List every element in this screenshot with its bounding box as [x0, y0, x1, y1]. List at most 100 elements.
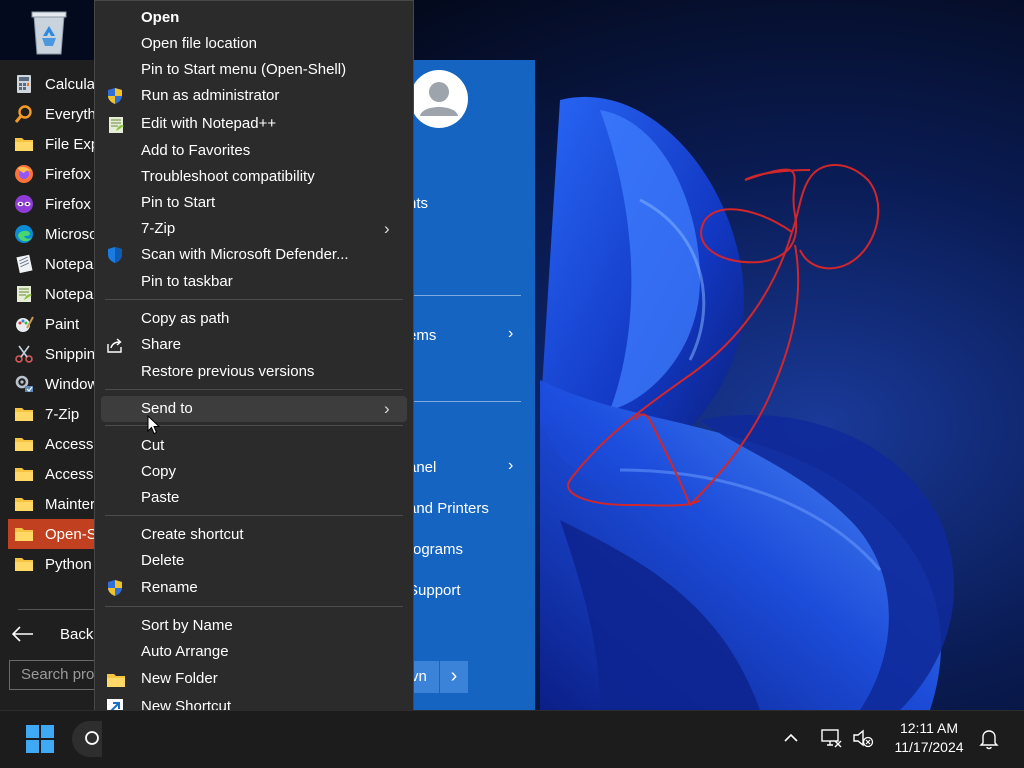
menu-item-label: Copy as path — [141, 310, 230, 327]
volume-muted-icon[interactable] — [852, 728, 874, 748]
tools-icon — [14, 374, 34, 394]
program-label: Everyth — [45, 105, 96, 123]
program-label: Mainter — [45, 495, 96, 513]
program-list-item[interactable]: Calcula — [8, 69, 108, 99]
search-icon — [85, 731, 99, 745]
program-label: Python — [45, 555, 92, 573]
folder-icon — [14, 464, 34, 484]
program-list-item[interactable]: Firefox — [8, 159, 108, 189]
menu-item-cut[interactable]: Cut — [101, 433, 407, 459]
firefox-icon — [14, 164, 34, 184]
menu-item-copy-as-path[interactable]: Copy as path — [101, 306, 407, 332]
program-list-item[interactable]: Paint — [8, 309, 108, 339]
menu-item-label: Create shortcut — [141, 526, 244, 543]
menu-item-open[interactable]: Open — [101, 5, 407, 31]
notepad-plus-icon — [14, 284, 34, 304]
menu-item-add-to-favorites[interactable]: Add to Favorites — [101, 138, 407, 164]
back-button[interactable]: Back — [12, 622, 93, 646]
share-icon — [106, 336, 124, 354]
menu-item-sort-by-name[interactable]: Sort by Name — [101, 613, 407, 639]
shutdown-options-button[interactable]: › — [439, 661, 468, 693]
menu-item-label: Rename — [141, 579, 198, 596]
program-list-item[interactable]: Mainter — [8, 489, 108, 519]
menu-item-rename[interactable]: Rename — [101, 575, 407, 601]
menu-item-label: Paste — [141, 489, 180, 506]
menu-item-pin-to-taskbar[interactable]: Pin to taskbar — [101, 269, 407, 295]
program-list-item[interactable]: Snippin — [8, 339, 108, 369]
menu-separator — [105, 606, 403, 607]
menu-item-share[interactable]: Share — [101, 332, 407, 358]
chevron-right-icon: › — [508, 325, 514, 342]
program-list-item[interactable]: Window — [8, 369, 108, 399]
notepad-icon — [14, 254, 34, 274]
notepad-plus-icon — [106, 115, 124, 133]
menu-item-new-folder[interactable]: New Folder — [101, 666, 407, 692]
program-label: Firefox — [45, 165, 91, 183]
program-list-item[interactable]: 7-Zip — [8, 399, 108, 429]
program-list-item[interactable]: Open-S — [8, 519, 108, 549]
program-label: 7-Zip — [45, 405, 80, 423]
menu-item-run-as-administrator[interactable]: Run as administrator — [101, 83, 407, 109]
menu-item-edit-with-notepad[interactable]: Edit with Notepad++ — [101, 111, 407, 137]
folder-icon — [14, 494, 34, 514]
menu-item-label: Edit with Notepad++ — [141, 115, 277, 132]
program-list-item[interactable]: File Exp — [8, 129, 108, 159]
windows-start-icon[interactable] — [26, 725, 54, 753]
menu-item-restore-previous-versions[interactable]: Restore previous versions — [101, 359, 407, 385]
menu-item-label: Pin to Start menu (Open-Shell) — [141, 61, 347, 78]
program-label: Open-S — [45, 525, 97, 543]
program-list-item[interactable]: Notepa — [8, 249, 108, 279]
divider — [413, 401, 521, 402]
scissors-icon — [14, 344, 34, 364]
help-support-link[interactable]: Support — [408, 582, 461, 599]
menu-item-open-file-location[interactable]: Open file location — [101, 31, 407, 57]
chevron-up-icon[interactable] — [782, 729, 800, 747]
recycle-bin-icon[interactable] — [26, 8, 72, 56]
program-list-item[interactable]: Python — [8, 549, 108, 579]
uac-shield-icon — [106, 579, 124, 597]
program-list-item[interactable]: Microso — [8, 219, 108, 249]
menu-item-label: Troubleshoot compatibility — [141, 168, 315, 185]
menu-item-pin-to-start[interactable]: Pin to Start — [101, 190, 407, 216]
menu-item-label: Copy — [141, 463, 177, 480]
mouse-cursor-icon — [147, 414, 161, 435]
network-icon[interactable] — [820, 727, 842, 749]
menu-item-create-shortcut[interactable]: Create shortcut — [101, 522, 407, 548]
program-label: Snippin — [45, 345, 96, 363]
menu-item-paste[interactable]: Paste — [101, 485, 407, 511]
program-list-item[interactable]: Everyth — [8, 99, 108, 129]
program-label: Microso — [45, 225, 98, 243]
menu-separator — [105, 515, 403, 516]
menu-item-7-zip[interactable]: 7-Zip › — [101, 216, 407, 242]
start-menu-program-pane: Calcula Everyth File Exp Firefox Firefox Micr… — [0, 60, 109, 710]
clock-date: 11/17/2024 — [894, 739, 964, 755]
menu-item-label: Run as administrator — [141, 87, 280, 104]
search-programs-input[interactable]: Search prog — [9, 660, 105, 690]
paint-icon — [14, 314, 34, 334]
program-list-item[interactable]: Accessi — [8, 429, 108, 459]
menu-item-label: Open file location — [141, 35, 257, 52]
menu-item-auto-arrange[interactable]: Auto Arrange — [101, 639, 407, 665]
notification-bell-icon[interactable] — [979, 728, 999, 750]
system-clock[interactable]: 12:11 AM 11/17/2024 — [884, 719, 974, 757]
program-label: Notepa — [45, 255, 94, 273]
menu-item-label: Restore previous versions — [141, 363, 315, 380]
program-list-item[interactable]: Firefox — [8, 189, 108, 219]
taskbar-search-box[interactable] — [72, 721, 102, 757]
menu-item-troubleshoot-compatibility[interactable]: Troubleshoot compatibility — [101, 164, 407, 190]
program-list-item[interactable]: Accesso — [8, 459, 108, 489]
user-avatar-icon[interactable] — [410, 70, 468, 128]
menu-item-copy[interactable]: Copy — [101, 459, 407, 485]
devices-printers-link[interactable]: and Printers — [408, 500, 489, 517]
folder-icon — [14, 134, 34, 154]
menu-item-pin-to-start-menu-open-shell[interactable]: Pin to Start menu (Open-Shell) — [101, 57, 407, 83]
menu-item-delete[interactable]: Delete — [101, 548, 407, 574]
menu-item-label: 7-Zip — [141, 220, 176, 237]
program-list-item[interactable]: Notepa — [8, 279, 108, 309]
clock-time: 12:11 AM — [899, 720, 959, 736]
program-label: Notepa — [45, 285, 94, 303]
menu-item-scan-with-microsoft-defender[interactable]: Scan with Microsoft Defender... — [101, 242, 407, 268]
menu-item-label: New Folder — [141, 670, 218, 687]
folder-icon — [14, 434, 34, 454]
default-programs-link[interactable]: rograms — [408, 541, 463, 558]
